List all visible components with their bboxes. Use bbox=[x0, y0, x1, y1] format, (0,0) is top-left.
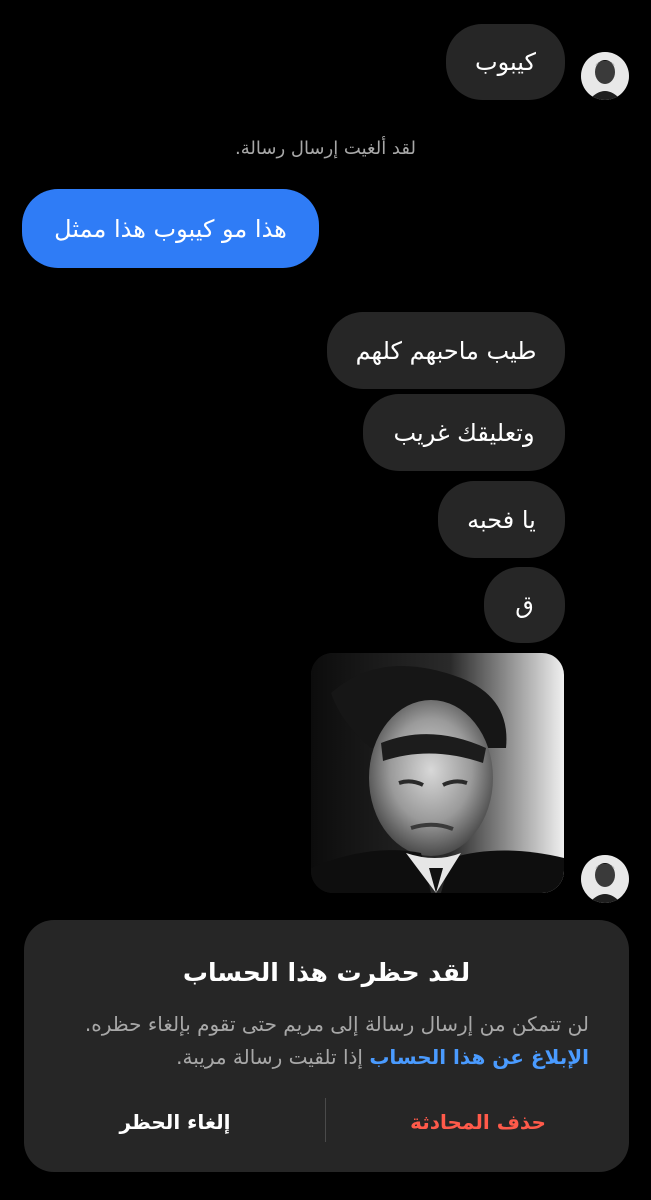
photo-man-in-suit-icon bbox=[311, 653, 564, 893]
message-sent[interactable]: هذا مو كيبوب هذا ممثل bbox=[22, 189, 319, 268]
blocked-description-text: لن تتمكن من إرسال رسالة إلى مريم حتى تقو… bbox=[84, 1012, 589, 1036]
blocked-description-suffix: إذا تلقيت رسالة مريبة. bbox=[176, 1045, 370, 1069]
blocked-account-panel: لقد حظرت هذا الحساب لن تتمكن من إرسال رس… bbox=[24, 920, 629, 1172]
blocked-description: لن تتمكن من إرسال رسالة إلى مريم حتى تقو… bbox=[64, 1008, 589, 1074]
message-received[interactable]: كيبوب bbox=[446, 24, 565, 100]
unsent-message-note: لقد ألغيت إرسال رسالة. bbox=[235, 138, 416, 159]
message-received[interactable]: طيب ماحبهم كلهم bbox=[327, 312, 565, 389]
contact-avatar[interactable] bbox=[581, 855, 629, 903]
received-photo[interactable] bbox=[311, 653, 564, 893]
message-received[interactable]: يا فحبه bbox=[438, 481, 565, 558]
contact-avatar[interactable] bbox=[581, 52, 629, 100]
message-received[interactable]: ق bbox=[484, 567, 565, 643]
report-account-link[interactable]: الإبلاغ عن هذا الحساب bbox=[369, 1045, 589, 1069]
blocked-title: لقد حظرت هذا الحساب bbox=[182, 958, 471, 987]
avatar-photo-icon bbox=[581, 52, 629, 100]
unblock-button[interactable]: إلغاء الحظر bbox=[24, 1098, 326, 1146]
message-received[interactable]: وتعليقك غريب bbox=[363, 394, 565, 471]
avatar-photo-icon bbox=[581, 855, 629, 903]
delete-chat-button[interactable]: حذف المحادثة bbox=[327, 1098, 629, 1146]
panel-actions: حذف المحادثة إلغاء الحظر bbox=[24, 1098, 629, 1146]
